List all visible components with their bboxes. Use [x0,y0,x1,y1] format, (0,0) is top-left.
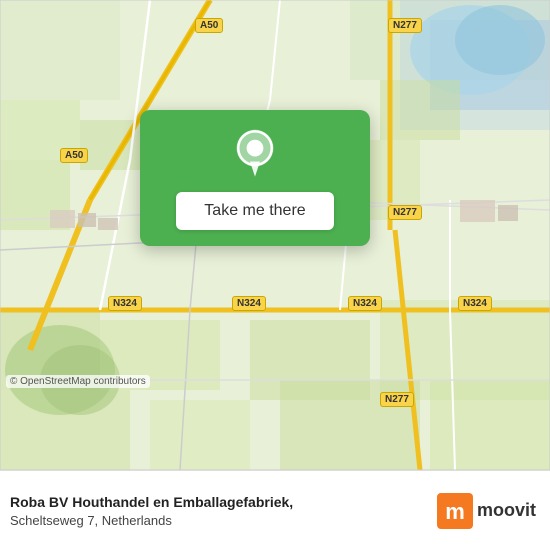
moovit-icon: m [437,493,473,529]
take-me-there-button[interactable]: Take me there [176,192,333,230]
bottom-bar: Roba BV Houthandel en Emballagefabriek, … [0,470,550,550]
moovit-logo: m moovit [437,493,536,529]
road-label-a50-mid: A50 [60,148,88,163]
road-label-n324-far-right: N324 [458,296,492,311]
road-label-n277-top: N277 [388,18,422,33]
road-label-n324-mid: N324 [232,296,266,311]
map-container: A50 A50 N277 N277 N277 N324 N324 N324 N3… [0,0,550,470]
location-info: Roba BV Houthandel en Emballagefabriek, … [10,493,293,528]
svg-text:m: m [445,499,465,524]
road-label-n324-right: N324 [348,296,382,311]
location-name: Roba BV Houthandel en Emballagefabriek, [10,493,293,511]
location-pin-icon [229,128,281,180]
osm-attribution-text: © OpenStreetMap contributors [10,376,146,387]
road-label-n277-bottom: N277 [380,392,414,407]
road-label-a50-top: A50 [195,18,223,33]
osm-attribution: © OpenStreetMap contributors [6,375,150,388]
moovit-brand-text: moovit [477,500,536,521]
location-address: Scheltseweg 7, Netherlands [10,513,293,528]
location-popup: Take me there [140,110,370,246]
road-label-n324-left: N324 [108,296,142,311]
road-label-n277-mid: N277 [388,205,422,220]
